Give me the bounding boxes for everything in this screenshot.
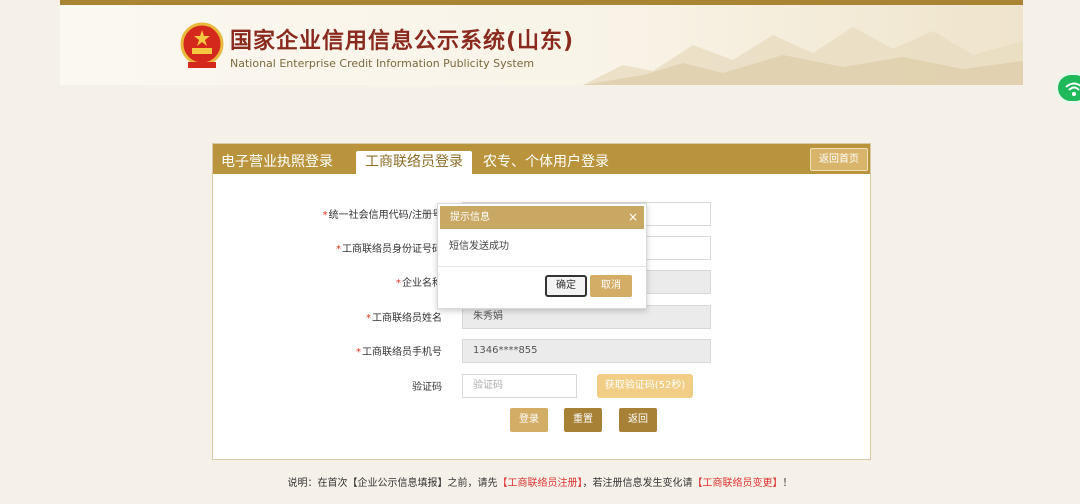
dialog-header: 提示信息 × xyxy=(440,206,644,229)
return-button[interactable]: 返回 xyxy=(619,408,657,432)
wifi-icon xyxy=(1065,82,1080,96)
dialog-message: 短信发送成功 xyxy=(449,241,509,252)
dialog-cancel-button[interactable]: 取消 xyxy=(590,275,632,297)
dialog-ok-button[interactable]: 确定 xyxy=(545,275,587,297)
liaison-phone-input: 1346****855 xyxy=(462,339,711,363)
verify-code-input[interactable]: 验证码 xyxy=(462,374,577,398)
tab-individual-login[interactable]: 农专、个体用户登录 xyxy=(483,147,609,177)
credit-code-label: 统一社会信用代码/注册号 xyxy=(328,210,442,221)
mountain-decoration xyxy=(583,27,1023,85)
site-title-en: National Enterprise Credit Information P… xyxy=(230,57,535,70)
dialog-divider xyxy=(438,266,646,267)
close-icon[interactable]: × xyxy=(628,206,638,229)
liaison-name-label: 工商联络员姓名 xyxy=(372,313,442,324)
dialog-title: 提示信息 xyxy=(450,212,490,223)
site-title-cn: 国家企业信用信息公示系统(山东) xyxy=(230,29,575,54)
national-emblem-icon xyxy=(180,22,224,68)
id-number-label: 工商联络员身份证号码 xyxy=(342,244,442,255)
login-button[interactable]: 登录 xyxy=(510,408,548,432)
prompt-dialog: 提示信息 × 短信发送成功 确定 取消 xyxy=(437,203,647,309)
reset-button[interactable]: 重置 xyxy=(564,408,602,432)
tab-liaison-login[interactable]: 工商联络员登录 xyxy=(356,151,472,174)
liaison-change-link[interactable]: 【工商联络员变更】 xyxy=(693,478,783,489)
verify-code-label: 验证码 xyxy=(412,382,442,393)
site-header: 国家企业信用信息公示系统(山东) National Enterprise Cre… xyxy=(60,5,1023,85)
login-tab-bar: 电子营业执照登录 工商联络员登录 农专、个体用户登录 返回首页 xyxy=(213,144,870,174)
liaison-phone-label: 工商联络员手机号 xyxy=(362,347,442,358)
get-code-button[interactable]: 获取验证码(52秒) xyxy=(597,374,693,398)
footnote: 说明：在首次【企业公示信息填报】之前，请先【工商联络员注册】，若注册信息发生变化… xyxy=(287,478,793,489)
form-row-liaison-phone: *工商联络员手机号 1346****855 xyxy=(213,339,872,363)
tab-electronic-license[interactable]: 电子营业执照登录 xyxy=(221,147,333,177)
company-name-label: 企业名称 xyxy=(402,278,442,289)
floating-wifi-button[interactable] xyxy=(1055,72,1080,104)
form-row-verify-code: 验证码 验证码 获取验证码(52秒) xyxy=(213,374,872,398)
liaison-register-link[interactable]: 【工商联络员注册】 xyxy=(498,478,583,489)
back-home-button[interactable]: 返回首页 xyxy=(810,148,868,171)
